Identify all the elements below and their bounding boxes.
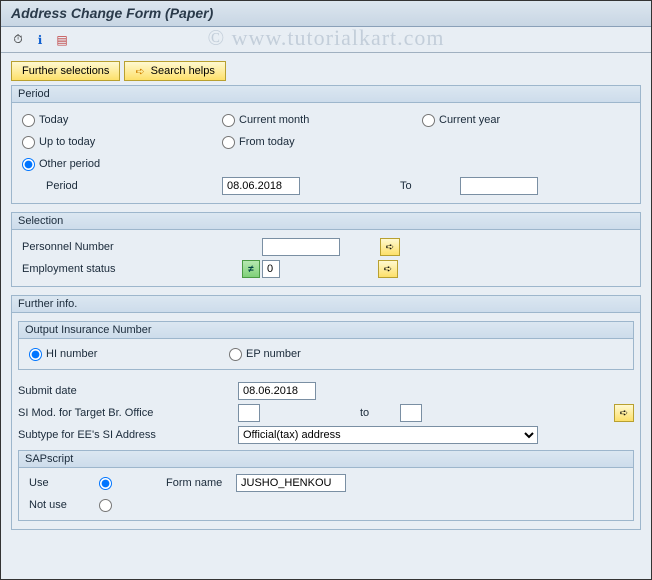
info-icon[interactable]: ℹ: [31, 31, 49, 49]
label-si-mod: SI Mod. for Target Br. Office: [18, 407, 153, 419]
employment-status-input[interactable]: [262, 260, 280, 278]
further-selections-label: Further selections: [22, 65, 109, 77]
si-mod-multi-button[interactable]: ➪: [614, 404, 634, 422]
radio-from-today[interactable]: [222, 136, 235, 149]
label-to: To: [400, 180, 460, 192]
search-helps-button[interactable]: ➪ Search helps: [124, 61, 225, 81]
arrow-right-icon: ➪: [386, 242, 394, 253]
label-use: Use: [29, 477, 49, 489]
further-selections-button[interactable]: Further selections: [11, 61, 120, 81]
sapscript-subgroup: SAPscript Use Form name Not use: [18, 450, 634, 521]
label-subtype: Subtype for EE's SI Address: [18, 429, 156, 441]
label-not-use: Not use: [29, 499, 67, 511]
label-current-year: Current year: [439, 114, 500, 126]
si-mod-from-input[interactable]: [238, 404, 260, 422]
selection-group: Selection Personnel Number ➪ Employment …: [11, 212, 641, 287]
arrow-right-icon: ➪: [384, 264, 392, 275]
variant-icon[interactable]: ▤: [53, 31, 71, 49]
employment-status-multi-button[interactable]: ➪: [378, 260, 398, 278]
personnel-number-input[interactable]: [262, 238, 340, 256]
label-hi-number: HI number: [46, 348, 97, 360]
app-toolbar: ⏱ ℹ ▤: [1, 27, 651, 53]
radio-ep-number[interactable]: [229, 348, 242, 361]
period-to-input[interactable]: [460, 177, 538, 195]
window-title: Address Change Form (Paper): [1, 1, 651, 27]
execute-icon[interactable]: ⏱: [9, 31, 27, 49]
selection-title: Selection: [12, 213, 640, 230]
subtype-combo[interactable]: Official(tax) address: [238, 426, 538, 444]
radio-current-month[interactable]: [222, 114, 235, 127]
period-group: Period Today Current month Current year …: [11, 85, 641, 204]
label-submit-date: Submit date: [18, 385, 77, 397]
label-current-month: Current month: [239, 114, 309, 126]
app-window: Address Change Form (Paper) © www.tutori…: [0, 0, 652, 580]
radio-use[interactable]: [99, 477, 112, 490]
label-period: Period: [46, 180, 78, 192]
sapscript-title: SAPscript: [19, 451, 633, 468]
label-from-today: From today: [239, 136, 295, 148]
radio-up-to-today[interactable]: [22, 136, 35, 149]
radio-current-year[interactable]: [422, 114, 435, 127]
radio-other-period[interactable]: [22, 158, 35, 171]
label-ep-number: EP number: [246, 348, 301, 360]
search-helps-label: Search helps: [151, 65, 215, 77]
not-equal-icon[interactable]: ≠: [242, 260, 260, 278]
personnel-number-multi-button[interactable]: ➪: [380, 238, 400, 256]
label-personnel-number: Personnel Number: [22, 241, 114, 253]
further-info-title: Further info.: [12, 296, 640, 313]
top-button-row: Further selections ➪ Search helps: [11, 61, 641, 81]
content-area: Further selections ➪ Search helps Period…: [1, 53, 651, 546]
label-si-mod-to: to: [360, 407, 400, 419]
submit-date-input[interactable]: [238, 382, 316, 400]
label-employment-status: Employment status: [22, 263, 116, 275]
label-other-period: Other period: [39, 158, 100, 170]
period-from-input[interactable]: [222, 177, 300, 195]
further-info-group: Further info. Output Insurance Number HI…: [11, 295, 641, 530]
label-up-to-today: Up to today: [39, 136, 95, 148]
form-name-input[interactable]: [236, 474, 346, 492]
period-title: Period: [12, 86, 640, 103]
label-today: Today: [39, 114, 68, 126]
radio-hi-number[interactable]: [29, 348, 42, 361]
radio-not-use[interactable]: [99, 499, 112, 512]
label-form-name: Form name: [166, 477, 236, 489]
radio-today[interactable]: [22, 114, 35, 127]
output-insurance-title: Output Insurance Number: [19, 322, 633, 339]
arrow-right-icon: ➪: [135, 65, 144, 78]
si-mod-to-input[interactable]: [400, 404, 422, 422]
output-insurance-subgroup: Output Insurance Number HI number EP num…: [18, 321, 634, 370]
arrow-right-icon: ➪: [620, 408, 628, 419]
